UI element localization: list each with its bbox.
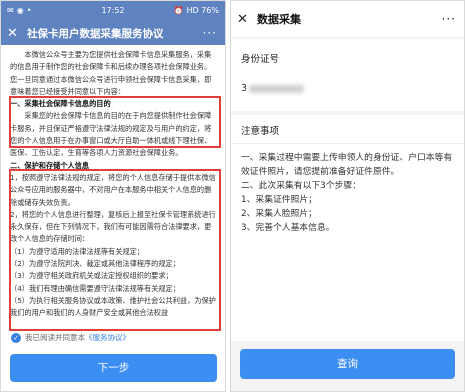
id-number-value: 3: [241, 83, 248, 94]
check-icon[interactable]: ✓: [11, 332, 21, 343]
id-number-field[interactable]: 3: [241, 83, 305, 94]
section-2-item: （5）为执行相关服务协议或本政策、维护社会公共利益，为保护我们的用户和我们的人身…: [10, 295, 216, 318]
agree-row[interactable]: ✓ 我已阅读并同意本 《服务协议》: [11, 332, 130, 343]
section-2-item: （4）我们有理由确信需要遵守法律法规等有关规定；: [10, 283, 180, 293]
page-title: 数据采集: [257, 13, 301, 26]
alarm-icon: ⏰: [173, 6, 184, 15]
note-item: 1、采集证件照片；: [241, 195, 317, 205]
nav-bar: ✕ 数据采集 ···: [231, 1, 464, 37]
note-item: 二、此次采集有以下3个步骤：: [241, 181, 361, 191]
status-bar: ✉ ◉ • 17:52 ⏰ HD 76%: [1, 1, 225, 21]
left-phone-screen: ✉ ◉ • 17:52 ⏰ HD 76% ✕ 社保卡用户数据采集服务协议 ···…: [0, 0, 226, 392]
more-icon[interactable]: ···: [203, 26, 217, 40]
section-2-title: 二、保护和存储个人信息: [10, 160, 90, 170]
note-item: 2、采集人脸照片；: [241, 209, 317, 219]
section-1-title: 一、采集社会保障卡信息的目的: [10, 99, 111, 109]
status-indicators: ⏰ HD 76%: [174, 6, 219, 15]
section-2-item: （3）为遵守相关政府机关或法定授权组织的要求；: [10, 271, 173, 281]
page-title: 社保卡用户数据采集服务协议: [27, 27, 164, 40]
more-icon[interactable]: ···: [442, 12, 456, 26]
close-icon[interactable]: ✕: [237, 12, 253, 27]
service-agreement-link[interactable]: 《服务协议》: [85, 332, 130, 343]
next-button[interactable]: 下一步: [10, 354, 217, 382]
id-card-section: 身份证号 3: [231, 39, 464, 111]
nav-bar: ✕ 社保卡用户数据采集服务协议 ···: [1, 21, 225, 45]
section-1-body: 采集您的社会保障卡信息的目的在于向您提供制作社会保障卡服务，并且保证严格遵守法律…: [10, 111, 212, 158]
agreement-text: 本微信公众号主要为您提供社会保障卡信息采集服务，采集的信息用于制作您的社会保障卡…: [1, 45, 225, 320]
notes-section: 注意事项 一、采集过程中需要上传申领人的身份证、户口本等有效证件照片，请您提前准…: [231, 115, 464, 341]
section-2-paragraph-1: 1，按照遵守法律法规的规定，将您的个人信息存储于提供本微信公众号应用的服务器中，…: [10, 172, 216, 207]
note-item: 一、采集过程中需要上传申领人的身份证、户口本等有效证件照片，请您提前准备好证件原…: [241, 153, 453, 177]
intro-paragraph: 本微信公众号主要为您提供社会保障卡信息采集服务，采集的信息用于制作您的社会保障卡…: [10, 50, 212, 96]
signal-battery-text: HD 76%: [186, 6, 220, 15]
agree-text: 我已阅读并同意本: [25, 333, 85, 342]
notes-title: 注意事项: [241, 126, 280, 137]
notes-list: 一、采集过程中需要上传申领人的身份证、户口本等有效证件照片，请您提前准备好证件原…: [241, 151, 454, 235]
close-icon[interactable]: ✕: [7, 26, 23, 41]
query-button[interactable]: 查询: [240, 349, 455, 379]
id-number-label: 身份证号: [241, 54, 280, 65]
section-2-item: （2）为遵守法院判决、裁定或其他法律程序的规定；: [10, 259, 180, 269]
divider: [231, 143, 464, 144]
note-item: 3、完善个人基本信息。: [241, 223, 335, 233]
right-phone-screen: ✕ 数据采集 ··· 身份证号 3 注意事项 一、采集过程中需要上传申领人的身份…: [230, 0, 465, 392]
section-2-paragraph-2: 2，将您的个人信息进行整理，复核后上报至社保卡管理系统进行永久保存，但在下列情况…: [10, 209, 216, 244]
section-2-item: （1）为遵守适用的法律法规等有关规定；: [10, 246, 144, 256]
blurred-value: [249, 84, 305, 93]
